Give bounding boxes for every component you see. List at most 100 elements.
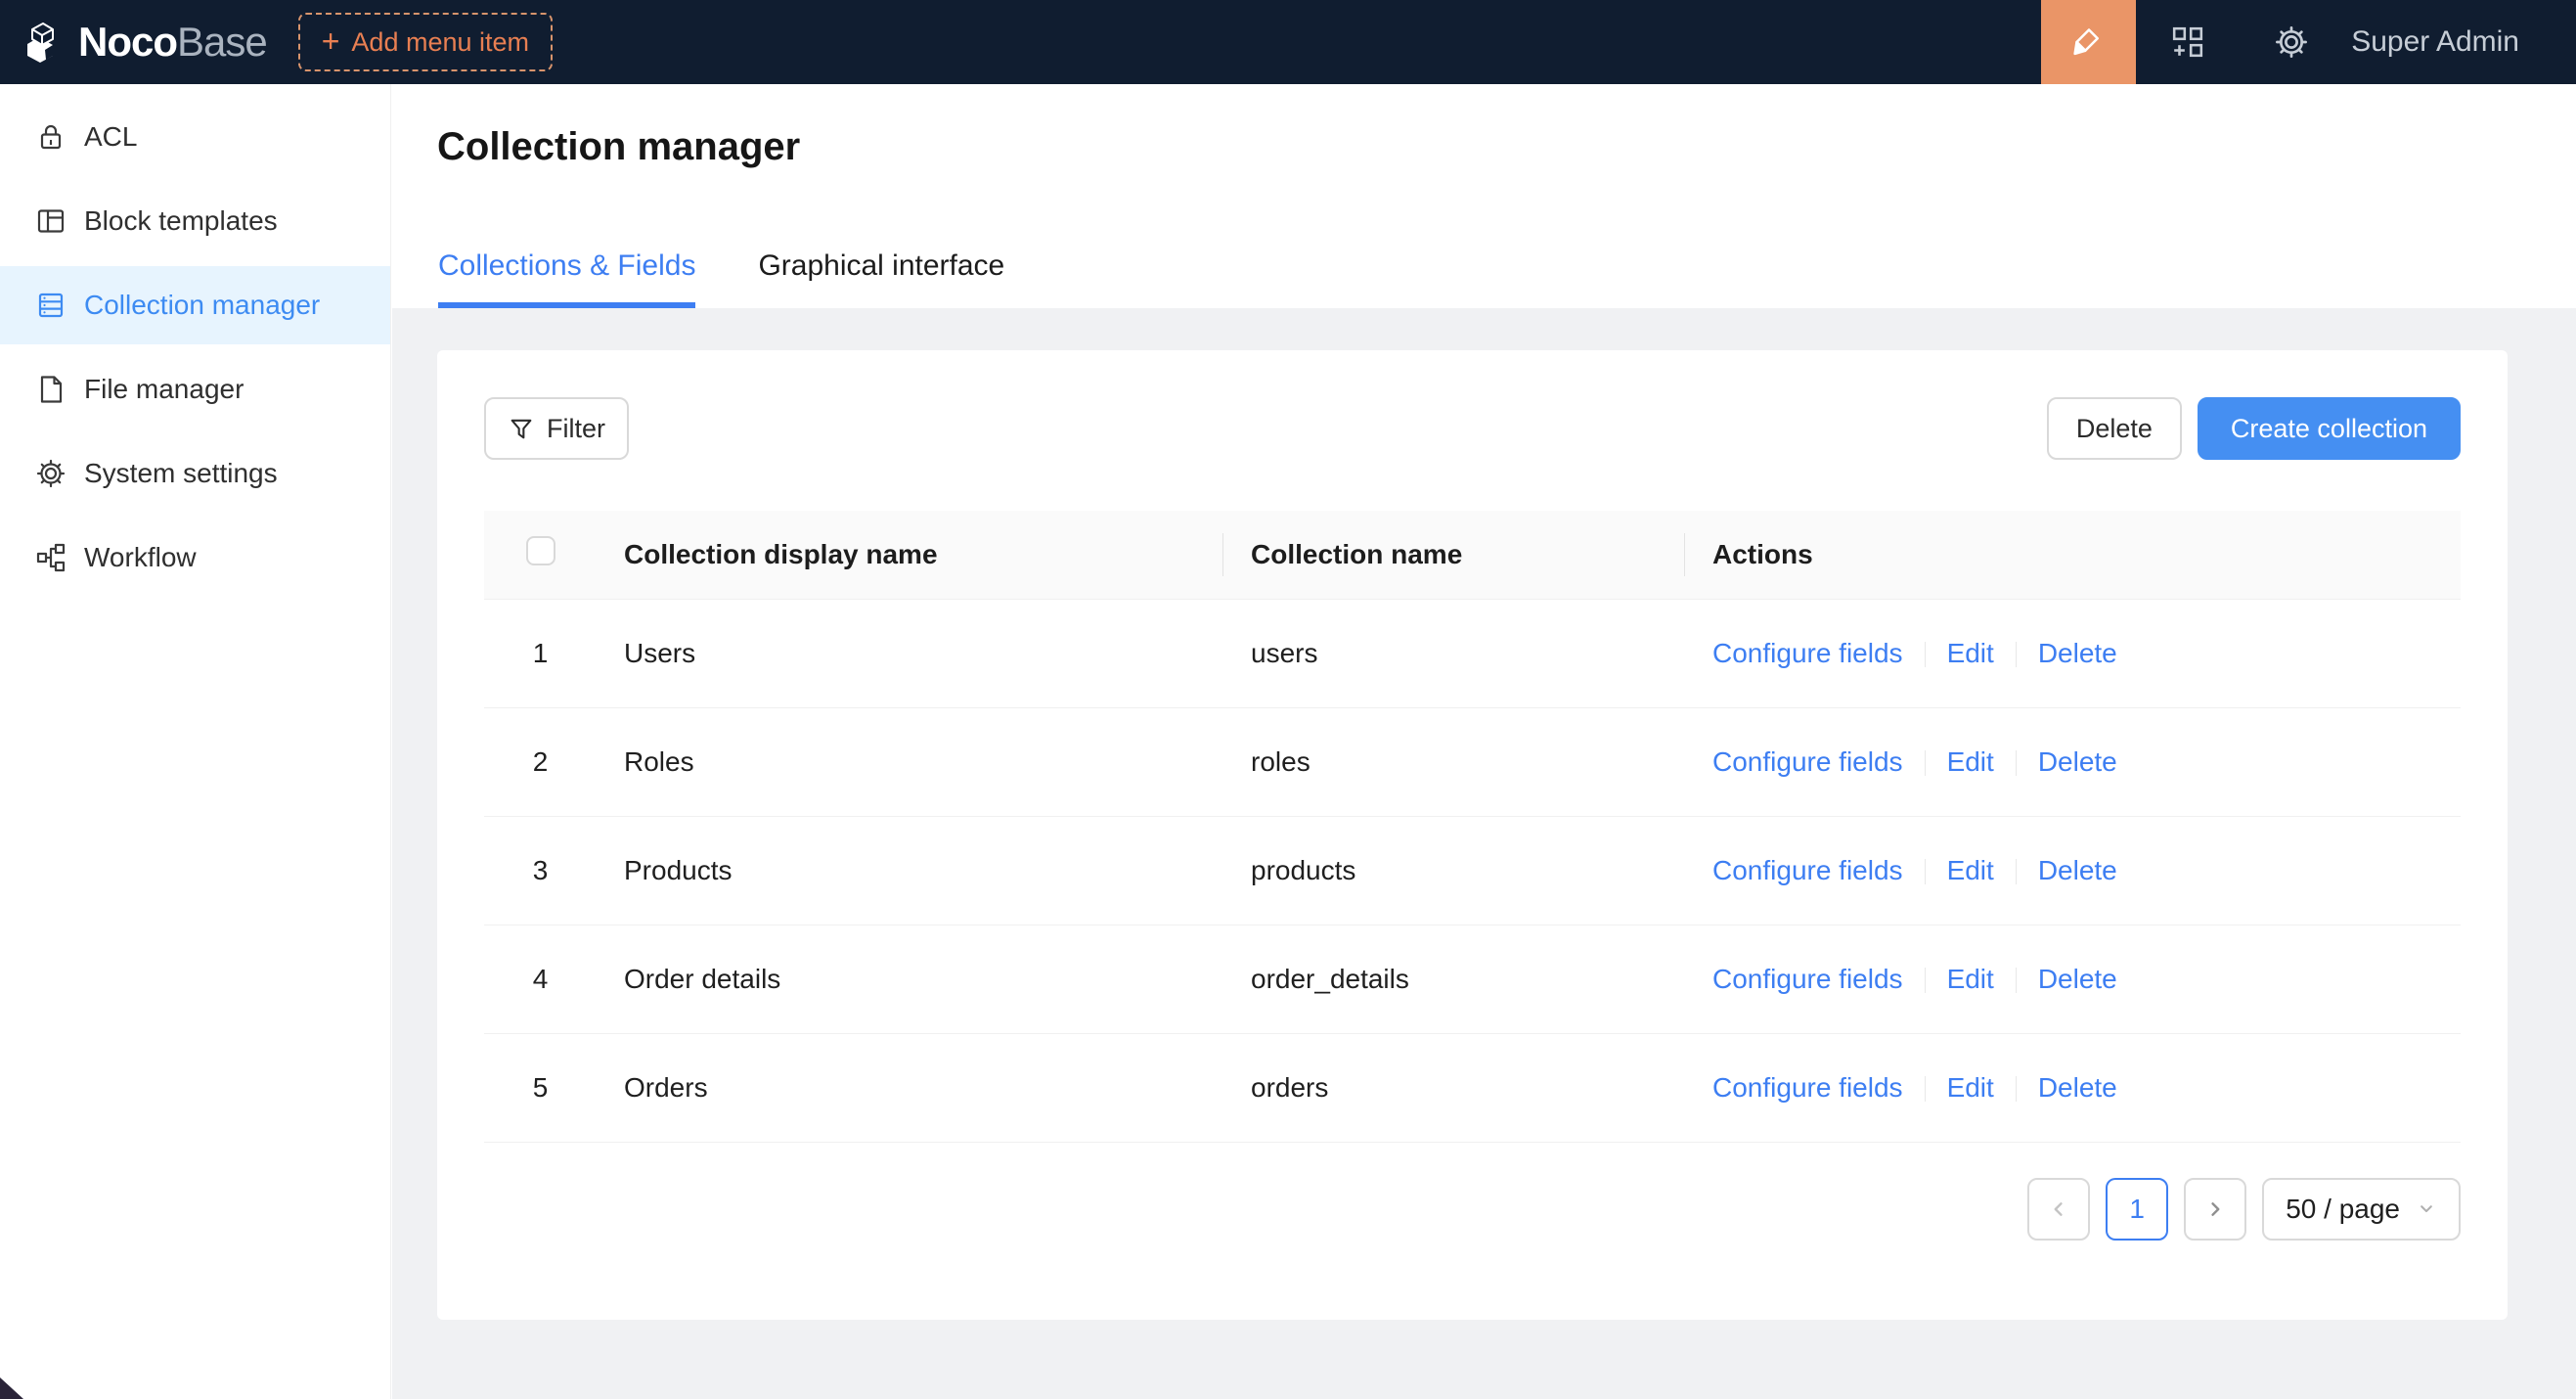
cell-display-name: Products [597, 816, 1223, 925]
nocobase-logo[interactable]: NocoBase [20, 19, 267, 66]
chevron-right-icon [2202, 1196, 2228, 1222]
sidebar-item-label: Collection manager [84, 290, 320, 321]
table-row: 2 Roles roles Configure fieldsEditDelete [484, 707, 2461, 816]
sidebar-item-label: System settings [84, 458, 278, 489]
sidebar-item-workflow[interactable]: Workflow [0, 519, 390, 597]
pagination: 1 50 / page [484, 1178, 2461, 1241]
configure-fields-link[interactable]: Configure fields [1712, 855, 1903, 885]
collections-table: Collection display name Collection name … [484, 511, 2461, 1143]
cell-actions: Configure fields Edit Delete [1685, 1033, 2461, 1142]
delete-button[interactable]: Delete [2047, 397, 2182, 460]
cell-display-name: Orders [597, 1033, 1223, 1142]
sidebar-item-label: ACL [84, 121, 137, 153]
tab-graphical-interface[interactable]: Graphical interface [758, 249, 1004, 308]
pagination-next-button[interactable] [2184, 1178, 2246, 1241]
sidebar-item-label: Workflow [84, 542, 197, 573]
sidebar-item-acl[interactable]: ACL [0, 98, 390, 176]
delete-link[interactable]: Delete [2038, 855, 2117, 885]
table-row: 3 Products products Configure fieldsEdit… [484, 816, 2461, 925]
edit-link[interactable]: Edit [1947, 964, 1994, 994]
column-header-collection-name: Collection name [1223, 511, 1685, 599]
gear-icon [2274, 24, 2309, 60]
table-toolbar: Filter Delete Create collection [484, 397, 2461, 460]
page-title: Collection manager [437, 125, 800, 169]
collections-icon [35, 290, 67, 321]
header-actions: Super Admin [2041, 0, 2576, 84]
action-divider [1925, 750, 1926, 776]
configure-fields-link[interactable]: Configure fields [1712, 746, 1903, 777]
page-tabs: Collections & Fields Graphical interface [438, 249, 1004, 308]
ui-editor-toggle[interactable] [2041, 0, 2136, 84]
cell-actions: Configure fields Edit Delete [1685, 707, 2461, 816]
sidebar-item-collection-manager[interactable]: Collection manager [0, 266, 390, 344]
table-row: 5 Orders orders Configure fields Edit Dele… [484, 1033, 2461, 1142]
configure-fields-link[interactable]: Configure fields [1712, 964, 1903, 994]
sidebar-item-label: Block templates [84, 205, 278, 237]
add-menu-item-label: Add menu item [351, 27, 529, 58]
highlighter-icon [2069, 23, 2109, 62]
plugin-manager-button[interactable] [2136, 0, 2240, 84]
sidebar-menu: ACL Block templates [0, 84, 390, 597]
left-sidebar: ACL Block templates [0, 84, 391, 1399]
column-header-actions: Actions [1685, 511, 2461, 599]
sidebar-item-file-manager[interactable]: File manager [0, 350, 390, 429]
configure-fields-link[interactable]: Configure fields [1712, 638, 1903, 668]
page-header: Collection manager Collections & Fields … [392, 84, 2576, 308]
cell-collection-name: users [1223, 599, 1685, 707]
select-all-checkbox[interactable] [526, 536, 555, 565]
mouse-cursor-artifact [0, 1377, 23, 1399]
table-row: 4 Order details order_details Configure … [484, 925, 2461, 1033]
cell-collection-name: orders [1223, 1033, 1685, 1142]
cell-display-name: Users [597, 599, 1223, 707]
file-icon [35, 374, 67, 405]
edit-link[interactable]: Edit [1947, 855, 1994, 885]
delete-button-label: Delete [2076, 414, 2153, 444]
content-area: Filter Delete Create collection Collecti… [392, 308, 2576, 1399]
nocobase-cube-icon [20, 19, 67, 66]
row-index: 3 [484, 816, 597, 925]
sidebar-item-system-settings[interactable]: System settings [0, 434, 390, 513]
pagination-page-1[interactable]: 1 [2106, 1178, 2168, 1241]
cell-display-name: Roles [597, 707, 1223, 816]
create-collection-button[interactable]: Create collection [2198, 397, 2461, 460]
action-divider [2016, 750, 2017, 776]
system-settings-button[interactable] [2240, 0, 2343, 84]
create-collection-label: Create collection [2231, 414, 2427, 444]
row-index: 1 [484, 599, 597, 707]
cell-display-name: Order details [597, 925, 1223, 1033]
delete-link[interactable]: Delete [2038, 964, 2117, 994]
edit-link[interactable]: Edit [1947, 1072, 1994, 1103]
pagination-prev-button[interactable] [2027, 1178, 2090, 1241]
page-size-value: 50 / page [2286, 1194, 2400, 1225]
row-index: 4 [484, 925, 597, 1033]
filter-button[interactable]: Filter [484, 397, 629, 460]
cell-collection-name: order_details [1223, 925, 1685, 1033]
chevron-down-icon [2416, 1198, 2437, 1220]
sidebar-item-block-templates[interactable]: Block templates [0, 182, 390, 260]
cell-collection-name: roles [1223, 707, 1685, 816]
filter-icon [508, 415, 535, 442]
table-header-row: Collection display name Collection name … [484, 511, 2461, 599]
delete-link[interactable]: Delete [2038, 1072, 2117, 1103]
row-index: 5 [484, 1033, 597, 1142]
cell-actions: Configure fields Edit Delete [1685, 816, 2461, 925]
configure-fields-link[interactable]: Configure fields [1712, 1072, 1903, 1103]
action-divider [1925, 859, 1926, 884]
delete-link[interactable]: Delete [2038, 746, 2117, 777]
gear-icon [35, 458, 67, 489]
plugin-manager-icon [2171, 25, 2204, 59]
delete-link[interactable]: Delete [2038, 638, 2117, 668]
action-divider [1925, 968, 1926, 993]
edit-link[interactable]: Edit [1947, 746, 1994, 777]
edit-link[interactable]: Edit [1947, 638, 1994, 668]
page-size-select[interactable]: 50 / page [2262, 1178, 2461, 1241]
action-divider [1925, 642, 1926, 667]
toolbar-right: Delete Create collection [2047, 397, 2461, 460]
tab-collections-fields[interactable]: Collections & Fields [438, 249, 695, 308]
action-divider [2016, 642, 2017, 667]
plus-icon: + [322, 25, 340, 57]
current-user-menu[interactable]: Super Admin [2351, 25, 2519, 59]
filter-button-label: Filter [547, 414, 605, 444]
add-menu-item-button[interactable]: + Add menu item [298, 13, 553, 71]
column-header-display-name: Collection display name [597, 511, 1223, 599]
